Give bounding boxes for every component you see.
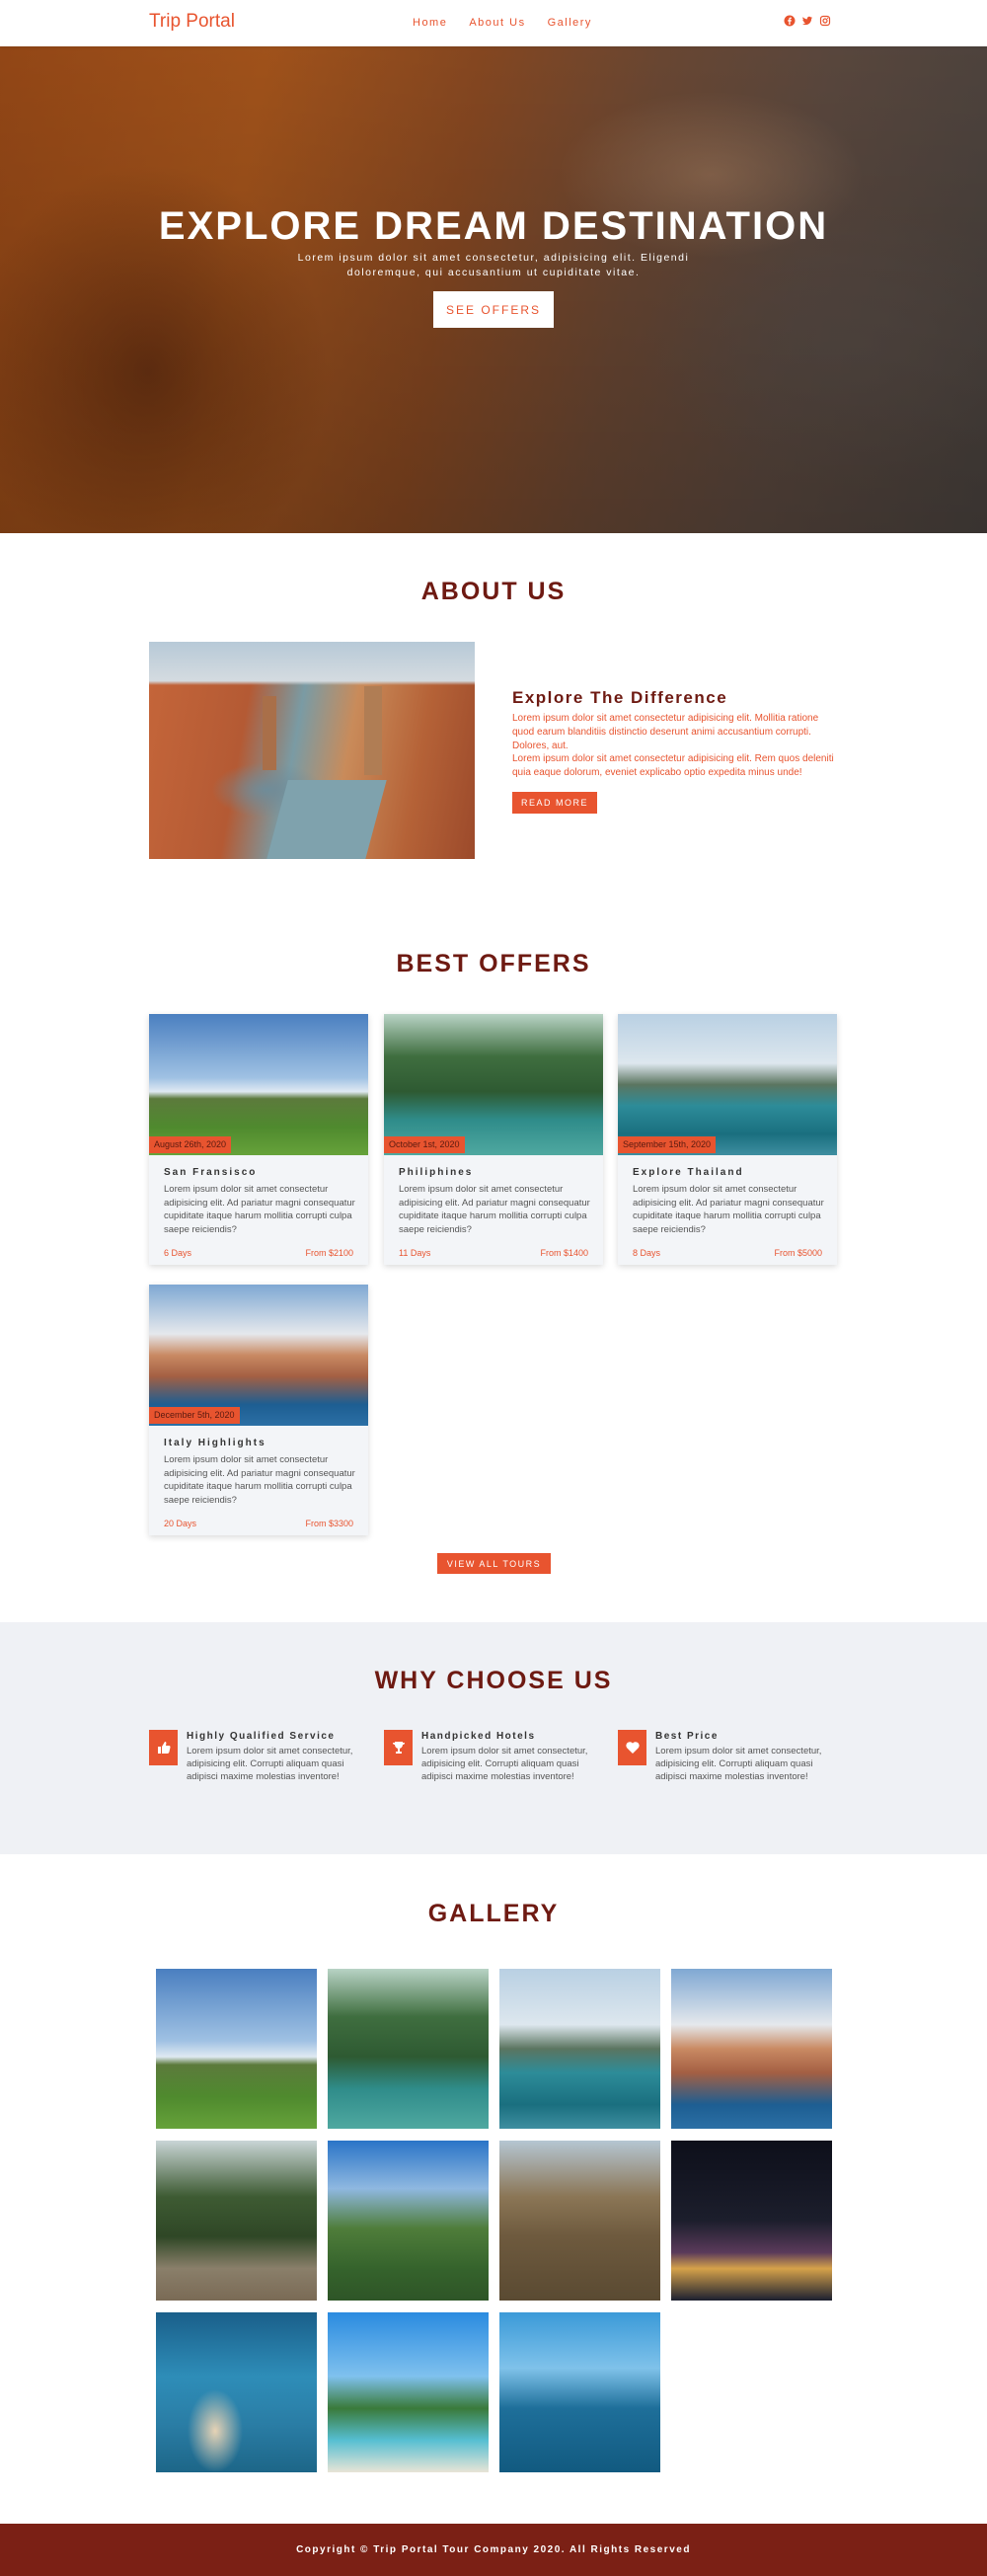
gallery-image[interactable] — [499, 2312, 660, 2472]
gallery-image[interactable] — [671, 2141, 832, 2301]
trophy-icon — [384, 1730, 413, 1765]
footer-copyright: Copyright © Trip Portal Tour Company 202… — [296, 2544, 691, 2555]
offer-date: October 1st, 2020 — [384, 1136, 465, 1153]
offer-image — [384, 1014, 603, 1155]
nav-link-home[interactable]: Home — [413, 17, 447, 29]
see-offers-button[interactable]: SEE OFFERS — [433, 291, 554, 328]
offer-days: 6 Days — [164, 1248, 192, 1258]
offer-title: Explore Thailand — [633, 1167, 744, 1178]
thumbs-up-icon — [149, 1730, 178, 1765]
offer-card[interactable]: August 26th, 2020 San Fransisco Lorem ip… — [149, 1014, 368, 1265]
why-section-title: WHY CHOOSE US — [374, 1667, 613, 1694]
offer-description: Lorem ipsum dolor sit amet consectetur a… — [164, 1184, 355, 1235]
why-item-desc: Lorem ipsum dolor sit amet consectetur, … — [655, 1746, 822, 1782]
about-image — [149, 642, 475, 859]
offer-image — [149, 1014, 368, 1155]
offer-days: 20 Days — [164, 1519, 197, 1528]
gallery-section-title: GALLERY — [427, 1900, 560, 1927]
why-item-title: Best Price — [655, 1731, 719, 1742]
offer-price: From $5000 — [774, 1248, 822, 1258]
about-paragraph-2: Lorem ipsum dolor sit amet consectetur a… — [512, 753, 834, 778]
hero-subtitle: Lorem ipsum dolor sit amet consectetur, … — [297, 252, 690, 278]
gallery-image[interactable] — [156, 1969, 317, 2129]
offer-title: Italy Highlights — [164, 1438, 266, 1448]
offer-title: San Fransisco — [164, 1167, 258, 1178]
gallery-image[interactable] — [499, 1969, 660, 2129]
offer-price: From $3300 — [305, 1519, 353, 1528]
offer-description: Lorem ipsum dolor sit amet consectetur a… — [399, 1184, 590, 1235]
hero-banner: EXPLORE DREAM DESTINATION Lorem ipsum do… — [0, 46, 987, 533]
why-item-title: Highly Qualified Service — [187, 1731, 336, 1742]
view-all-tours-button[interactable]: VIEW ALL TOURS — [437, 1553, 551, 1574]
offer-price: From $2100 — [305, 1248, 353, 1258]
offer-card[interactable]: October 1st, 2020 Philiphines Lorem ipsu… — [384, 1014, 603, 1265]
gallery-image[interactable] — [156, 2141, 317, 2301]
offer-date: August 26th, 2020 — [149, 1136, 232, 1153]
why-item-desc: Lorem ipsum dolor sit amet consectetur, … — [421, 1746, 588, 1782]
nav-link-about[interactable]: About Us — [469, 17, 525, 29]
why-item-desc: Lorem ipsum dolor sit amet consectetur, … — [187, 1746, 353, 1782]
offer-date: September 15th, 2020 — [618, 1136, 717, 1153]
gallery-image[interactable] — [328, 2141, 489, 2301]
twitter-icon[interactable] — [801, 15, 813, 27]
offer-card[interactable]: September 15th, 2020 Explore Thailand Lo… — [618, 1014, 837, 1265]
about-section-title: ABOUT US — [420, 578, 567, 605]
hero-title: EXPLORE DREAM DESTINATION — [158, 204, 829, 248]
gallery-image[interactable] — [499, 2141, 660, 2301]
offer-date: December 5th, 2020 — [149, 1407, 240, 1424]
gallery-image[interactable] — [671, 1969, 832, 2129]
why-item-title: Handpicked Hotels — [421, 1731, 536, 1742]
offer-title: Philiphines — [399, 1167, 474, 1178]
footer: Copyright © Trip Portal Tour Company 202… — [0, 2524, 987, 2576]
read-more-button[interactable]: READ MORE — [512, 792, 597, 814]
offer-description: Lorem ipsum dolor sit amet consectetur a… — [164, 1454, 355, 1506]
offer-image — [149, 1285, 368, 1426]
offer-card[interactable]: December 5th, 2020 Italy Highlights Lore… — [149, 1285, 368, 1535]
social-links — [784, 15, 831, 27]
offer-image — [618, 1014, 837, 1155]
about-paragraph-1: Lorem ipsum dolor sit amet consectetur a… — [512, 713, 819, 751]
nav-links: Home About Us Gallery — [413, 17, 614, 29]
instagram-icon[interactable] — [819, 15, 831, 27]
gallery-image[interactable] — [156, 2312, 317, 2472]
offer-days: 8 Days — [633, 1248, 661, 1258]
gallery-image[interactable] — [328, 2312, 489, 2472]
gallery-image[interactable] — [328, 1969, 489, 2129]
heart-icon — [618, 1730, 646, 1765]
navbar: Trip Portal Home About Us Gallery — [0, 0, 987, 46]
offer-price: From $1400 — [540, 1248, 588, 1258]
offer-description: Lorem ipsum dolor sit amet consectetur a… — [633, 1184, 824, 1235]
facebook-icon[interactable] — [784, 15, 796, 27]
nav-link-gallery[interactable]: Gallery — [548, 17, 592, 29]
about-heading: Explore The Difference — [512, 688, 728, 707]
brand-logo[interactable]: Trip Portal — [149, 11, 235, 33]
offers-section-title: BEST OFFERS — [396, 950, 591, 977]
offer-days: 11 Days — [399, 1248, 431, 1258]
